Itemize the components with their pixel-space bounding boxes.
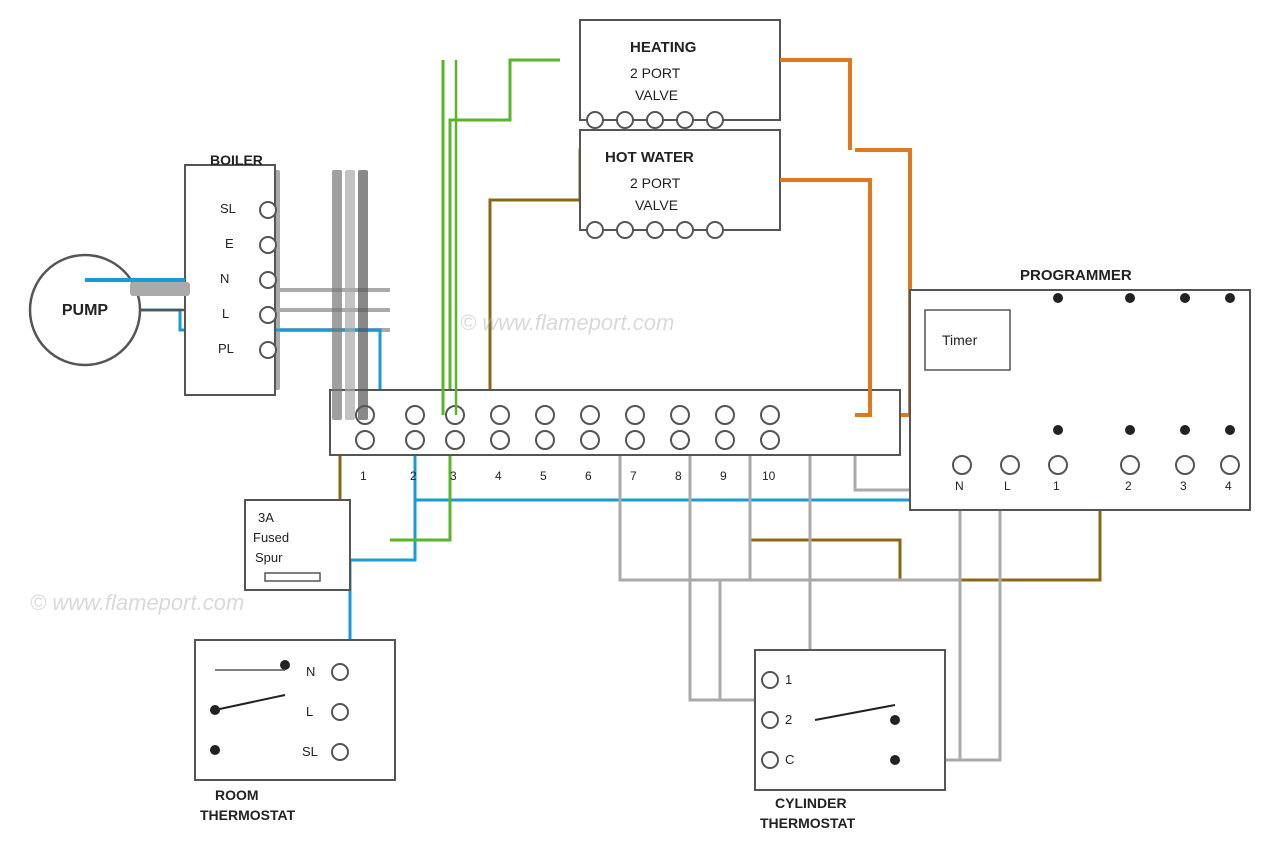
svg-text:L: L [306, 704, 313, 719]
svg-text:2: 2 [410, 469, 417, 483]
svg-text:3: 3 [1180, 479, 1187, 493]
svg-text:3: 3 [450, 469, 457, 483]
svg-text:L: L [1004, 479, 1011, 493]
svg-text:CYLINDER: CYLINDER [775, 795, 847, 811]
svg-text:PL: PL [218, 341, 234, 356]
svg-text:1: 1 [360, 469, 367, 483]
svg-text:SL: SL [220, 201, 236, 216]
svg-text:N: N [220, 271, 229, 286]
wiring-diagram: PUMP BOILER SL E N L PL 1 2 3 [0, 0, 1278, 858]
svg-text:C: C [785, 752, 794, 767]
svg-text:2 PORT: 2 PORT [630, 65, 681, 81]
svg-text:Fused: Fused [253, 530, 289, 545]
pump-label: PUMP [62, 302, 109, 319]
svg-text:E: E [225, 236, 234, 251]
svg-text:HOT WATER: HOT WATER [605, 149, 694, 166]
svg-text:THERMOSTAT: THERMOSTAT [200, 807, 296, 823]
svg-text:1: 1 [785, 672, 792, 687]
svg-text:10: 10 [762, 469, 776, 483]
svg-text:L: L [222, 306, 229, 321]
svg-text:4: 4 [495, 469, 502, 483]
svg-text:SL: SL [302, 744, 318, 759]
svg-text:5: 5 [540, 469, 547, 483]
svg-text:6: 6 [585, 469, 592, 483]
svg-text:1: 1 [1053, 479, 1060, 493]
svg-text:Timer: Timer [942, 332, 978, 348]
svg-text:8: 8 [675, 469, 682, 483]
svg-text:2: 2 [785, 712, 792, 727]
svg-text:Spur: Spur [255, 550, 283, 565]
svg-text:N: N [955, 479, 964, 493]
svg-text:VALVE: VALVE [635, 87, 678, 103]
svg-text:N: N [306, 664, 315, 679]
svg-text:3A: 3A [258, 510, 274, 525]
svg-text:VALVE: VALVE [635, 197, 678, 213]
svg-text:PROGRAMMER: PROGRAMMER [1020, 267, 1132, 284]
svg-text:2 PORT: 2 PORT [630, 175, 681, 191]
svg-text:4: 4 [1225, 479, 1232, 493]
svg-text:2: 2 [1125, 479, 1132, 493]
svg-text:7: 7 [630, 469, 637, 483]
svg-text:HEATING: HEATING [630, 39, 696, 56]
svg-text:ROOM: ROOM [215, 787, 259, 803]
svg-text:THERMOSTAT: THERMOSTAT [760, 815, 856, 831]
svg-text:BOILER: BOILER [210, 152, 263, 168]
svg-text:9: 9 [720, 469, 727, 483]
